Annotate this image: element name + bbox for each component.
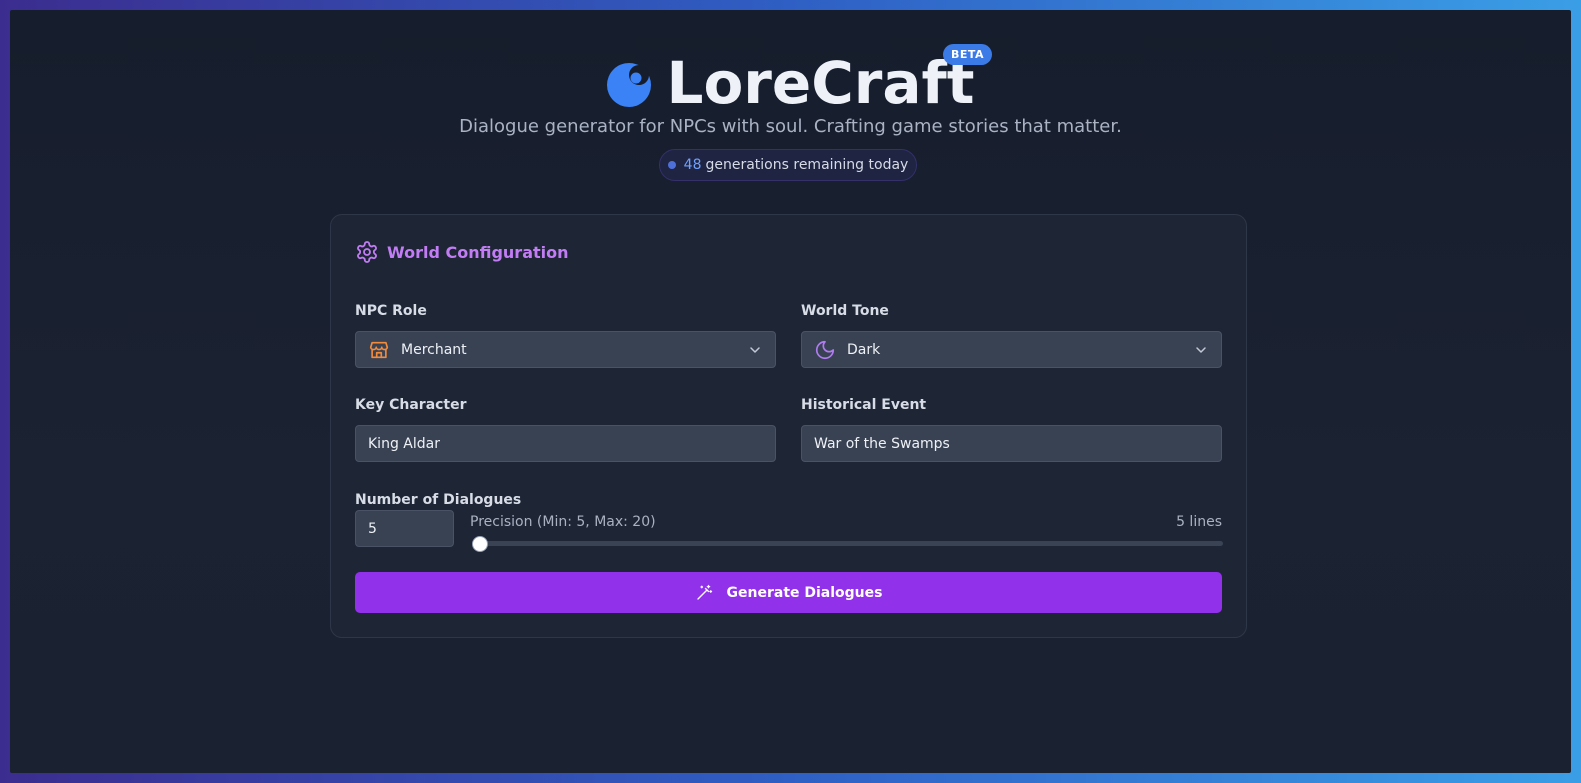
dialogues-number-input[interactable]: 5: [355, 510, 454, 547]
precision-text: Precision (Min: 5, Max: 20): [470, 514, 656, 530]
quota-text: generations remaining today: [705, 157, 909, 173]
quota-badge: 48 generations remaining today: [659, 149, 917, 181]
quota-count: 48: [683, 157, 702, 173]
generate-label: Generate Dialogues: [726, 584, 883, 601]
historical-event-input[interactable]: War of the Swamps: [801, 425, 1222, 462]
key-character-label: Key Character: [355, 397, 467, 413]
magic-wand-icon: [696, 584, 712, 600]
world-tone-label: World Tone: [801, 303, 889, 319]
beta-badge: BETA: [943, 44, 993, 65]
world-tone-select[interactable]: Dark: [801, 331, 1222, 368]
moon-icon: [815, 340, 835, 359]
card-header: World Configuration: [355, 240, 569, 264]
dialogues-slider-track[interactable]: [472, 541, 1223, 546]
dialogues-slider-thumb[interactable]: [472, 536, 488, 552]
key-character-input[interactable]: King Aldar: [355, 425, 776, 462]
historical-event-label: Historical Event: [801, 397, 927, 413]
title-row: LoreCraft: [10, 50, 1571, 116]
npc-role-select[interactable]: Merchant: [355, 331, 776, 368]
chevron-down-icon: [1196, 347, 1206, 353]
lines-count: 5 lines: [1176, 514, 1222, 530]
chevron-down-icon: [750, 347, 760, 353]
store-icon: [369, 341, 389, 358]
dialogues-label: Number of Dialogues: [355, 492, 522, 508]
world-config-card: World Configuration NPC Role Merchant Wo…: [330, 214, 1247, 638]
app-title: LoreCraft: [666, 49, 975, 117]
app-frame: LoreCraft BETA Dialogue generator for NP…: [10, 10, 1571, 773]
card-title: World Configuration: [387, 242, 569, 262]
moon-orb-icon: [607, 63, 652, 107]
quota-dot-icon: [667, 161, 676, 169]
generate-dialogues-button[interactable]: Generate Dialogues: [355, 572, 1222, 613]
app-subtitle: Dialogue generator for NPCs with soul. C…: [459, 116, 1122, 137]
world-tone-value: Dark: [847, 341, 881, 358]
npc-role-value: Merchant: [401, 341, 467, 358]
npc-role-label: NPC Role: [355, 303, 427, 319]
gear-icon: [357, 241, 377, 263]
